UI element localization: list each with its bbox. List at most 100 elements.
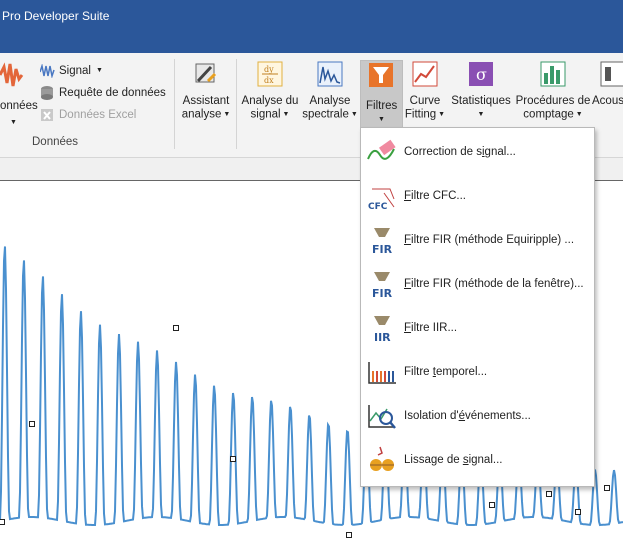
menu-item-correction-signal[interactable]: Correction de signal... bbox=[361, 131, 594, 175]
menu-label-iir-key: F bbox=[404, 322, 412, 334]
acoustics-icon bbox=[600, 61, 623, 87]
menu-item-filtre-iir[interactable]: IIR Filtre IIR... bbox=[361, 307, 594, 351]
signal-label: Signal bbox=[59, 65, 91, 77]
menu-label-fir2-key: F bbox=[404, 278, 412, 290]
svg-text:σ: σ bbox=[476, 65, 487, 84]
chevron-down-icon: ▼ bbox=[573, 111, 583, 118]
menu-item-filtre-temporel[interactable]: Filtre temporel... bbox=[361, 351, 594, 395]
analyse-signal-label-1: Analyse du bbox=[241, 95, 299, 107]
smoothing-icon bbox=[370, 446, 394, 471]
menu-item-filtre-cfc[interactable]: CFC Filtre CFC... bbox=[361, 175, 594, 219]
signal-marker[interactable] bbox=[575, 509, 581, 515]
chevron-down-icon: ▼ bbox=[348, 111, 358, 118]
filter-funnel-icon bbox=[369, 63, 393, 87]
menu-label-lissage-b: ignal... bbox=[468, 454, 503, 466]
svg-text:dx: dx bbox=[264, 76, 274, 85]
chevron-down-icon: ▼ bbox=[221, 111, 231, 118]
derivative-icon: dy dx bbox=[257, 61, 283, 87]
menu-label-correction-a: Correction de s bbox=[404, 146, 482, 158]
svg-text:FIR: FIR bbox=[372, 287, 393, 300]
svg-text:dy: dy bbox=[264, 65, 274, 74]
fir-icon: FIR bbox=[372, 228, 393, 256]
menu-label-temporel-a: Filtre bbox=[404, 366, 433, 378]
menu-item-lissage-signal[interactable]: Lissage de signal... bbox=[361, 439, 594, 483]
counting-chart-icon bbox=[540, 61, 566, 87]
menu-label-fir-key: F bbox=[404, 234, 412, 246]
cfc-icon: CFC bbox=[368, 188, 395, 212]
signal-marker[interactable] bbox=[173, 325, 179, 331]
curve-label-2: Fitting bbox=[404, 108, 437, 121]
requete-label: Requête de données bbox=[59, 87, 166, 99]
signal-marker[interactable] bbox=[604, 485, 610, 491]
requete-button[interactable]: Requête de données bbox=[40, 85, 170, 103]
menu-label-iir-b: iltre IIR... bbox=[411, 322, 458, 334]
title-bar: Pro Developer Suite bbox=[0, 0, 623, 53]
analyse-signal-button[interactable]: dy dx Analyse du signal ▼ bbox=[240, 61, 300, 122]
svg-text:FIR: FIR bbox=[372, 243, 393, 256]
group-divider bbox=[174, 59, 175, 149]
chevron-down-icon: ▼ bbox=[436, 111, 446, 118]
analyse-signal-label-2: signal bbox=[250, 108, 281, 121]
donnees-excel-button[interactable]: Données Excel bbox=[40, 107, 170, 125]
isolation-icon bbox=[368, 405, 396, 429]
iir-icon: IIR bbox=[374, 316, 391, 344]
fir-window-icon: FIR bbox=[372, 272, 393, 300]
filtres-dropdown-menu: Correction de signal... CFC Filtre CFC..… bbox=[360, 127, 595, 487]
assistant-label-2: analyse bbox=[181, 108, 222, 121]
signal-marker[interactable] bbox=[0, 519, 5, 525]
donnees-big-button[interactable]: onnées ▼ bbox=[0, 61, 38, 127]
filtres-label: Filtres bbox=[366, 100, 398, 112]
signal-icon bbox=[40, 64, 55, 78]
menu-label-isolation-a: Isolation d' bbox=[404, 410, 459, 422]
svg-text:IIR: IIR bbox=[374, 331, 391, 344]
temporal-icon bbox=[368, 362, 396, 384]
menu-item-filtre-fir-equiripple[interactable]: FIR Filtre FIR (méthode Equiripple) ... bbox=[361, 219, 594, 263]
spectrum-icon bbox=[317, 61, 343, 87]
menu-item-filtre-fir-fenetre[interactable]: FIR Filtre FIR (méthode de la fenêtre)..… bbox=[361, 263, 594, 307]
chevron-down-icon: ▼ bbox=[378, 116, 385, 123]
menu-label-fir-b: iltre FIR (méthode Equiripple) ... bbox=[411, 234, 575, 246]
curve-fitting-button[interactable]: Curve Fitting ▼ bbox=[402, 61, 448, 122]
chevron-down-icon: ▼ bbox=[477, 111, 485, 118]
group-divider bbox=[236, 59, 237, 149]
analyse-spectrale-label-2: spectrale bbox=[302, 108, 349, 121]
menu-label-lissage-a: Lissage de bbox=[404, 454, 463, 466]
acoustique-button[interactable]: Acous bbox=[592, 61, 623, 108]
menu-label-isolation-b: vénements... bbox=[465, 410, 531, 422]
excel-icon bbox=[41, 109, 53, 121]
procedures-label-2: comptage bbox=[523, 108, 574, 121]
menu-label-correction-b: gnal... bbox=[484, 146, 516, 158]
menu-label-temporel-b: emporel... bbox=[435, 366, 488, 378]
statistiques-button[interactable]: σ Statistiques ▼ bbox=[448, 61, 514, 122]
menu-label-cfc-key: F bbox=[404, 190, 412, 202]
donnees-excel-label: Données Excel bbox=[59, 109, 137, 121]
acous-label: Acous bbox=[592, 95, 623, 107]
chevron-down-icon: ▼ bbox=[10, 119, 17, 126]
sigma-icon: σ bbox=[469, 62, 493, 86]
analyse-spectrale-label-1: Analyse bbox=[309, 95, 351, 107]
chevron-down-icon: ▼ bbox=[280, 111, 290, 118]
donnees-button-label: onnées bbox=[0, 100, 38, 112]
signal-marker[interactable] bbox=[489, 502, 495, 508]
signal-marker[interactable] bbox=[546, 491, 552, 497]
assistant-label-1: Assistant bbox=[182, 95, 230, 107]
menu-label-fir2-b: iltre FIR (méthode de la fenêtre)... bbox=[411, 278, 584, 290]
procedures-comptage-button[interactable]: Procédures de comptage ▼ bbox=[514, 61, 592, 122]
signal-marker[interactable] bbox=[346, 532, 352, 538]
menu-item-isolation-evenements[interactable]: Isolation d'événements... bbox=[361, 395, 594, 439]
filtres-button[interactable]: Filtres ▼ bbox=[360, 60, 403, 128]
procedures-label-1: Procédures de bbox=[515, 95, 591, 107]
statistiques-label: Statistiques bbox=[451, 95, 511, 107]
database-query-icon bbox=[41, 86, 53, 100]
signal-marker[interactable] bbox=[230, 456, 236, 462]
chevron-down-icon: ▼ bbox=[96, 67, 103, 74]
svg-text:CFC: CFC bbox=[368, 202, 388, 212]
analyse-spectrale-button[interactable]: Analyse spectrale ▼ bbox=[302, 61, 358, 122]
signal-button[interactable]: Signal ▼ bbox=[40, 63, 110, 81]
assistant-analyse-button[interactable]: Assistant analyse ▼ bbox=[180, 61, 232, 122]
wizard-icon bbox=[195, 63, 217, 83]
waveform-icon bbox=[0, 62, 24, 87]
curve-label-1: Curve bbox=[409, 95, 441, 107]
signal-marker[interactable] bbox=[29, 421, 35, 427]
group-label-donnees: Données bbox=[32, 136, 79, 148]
